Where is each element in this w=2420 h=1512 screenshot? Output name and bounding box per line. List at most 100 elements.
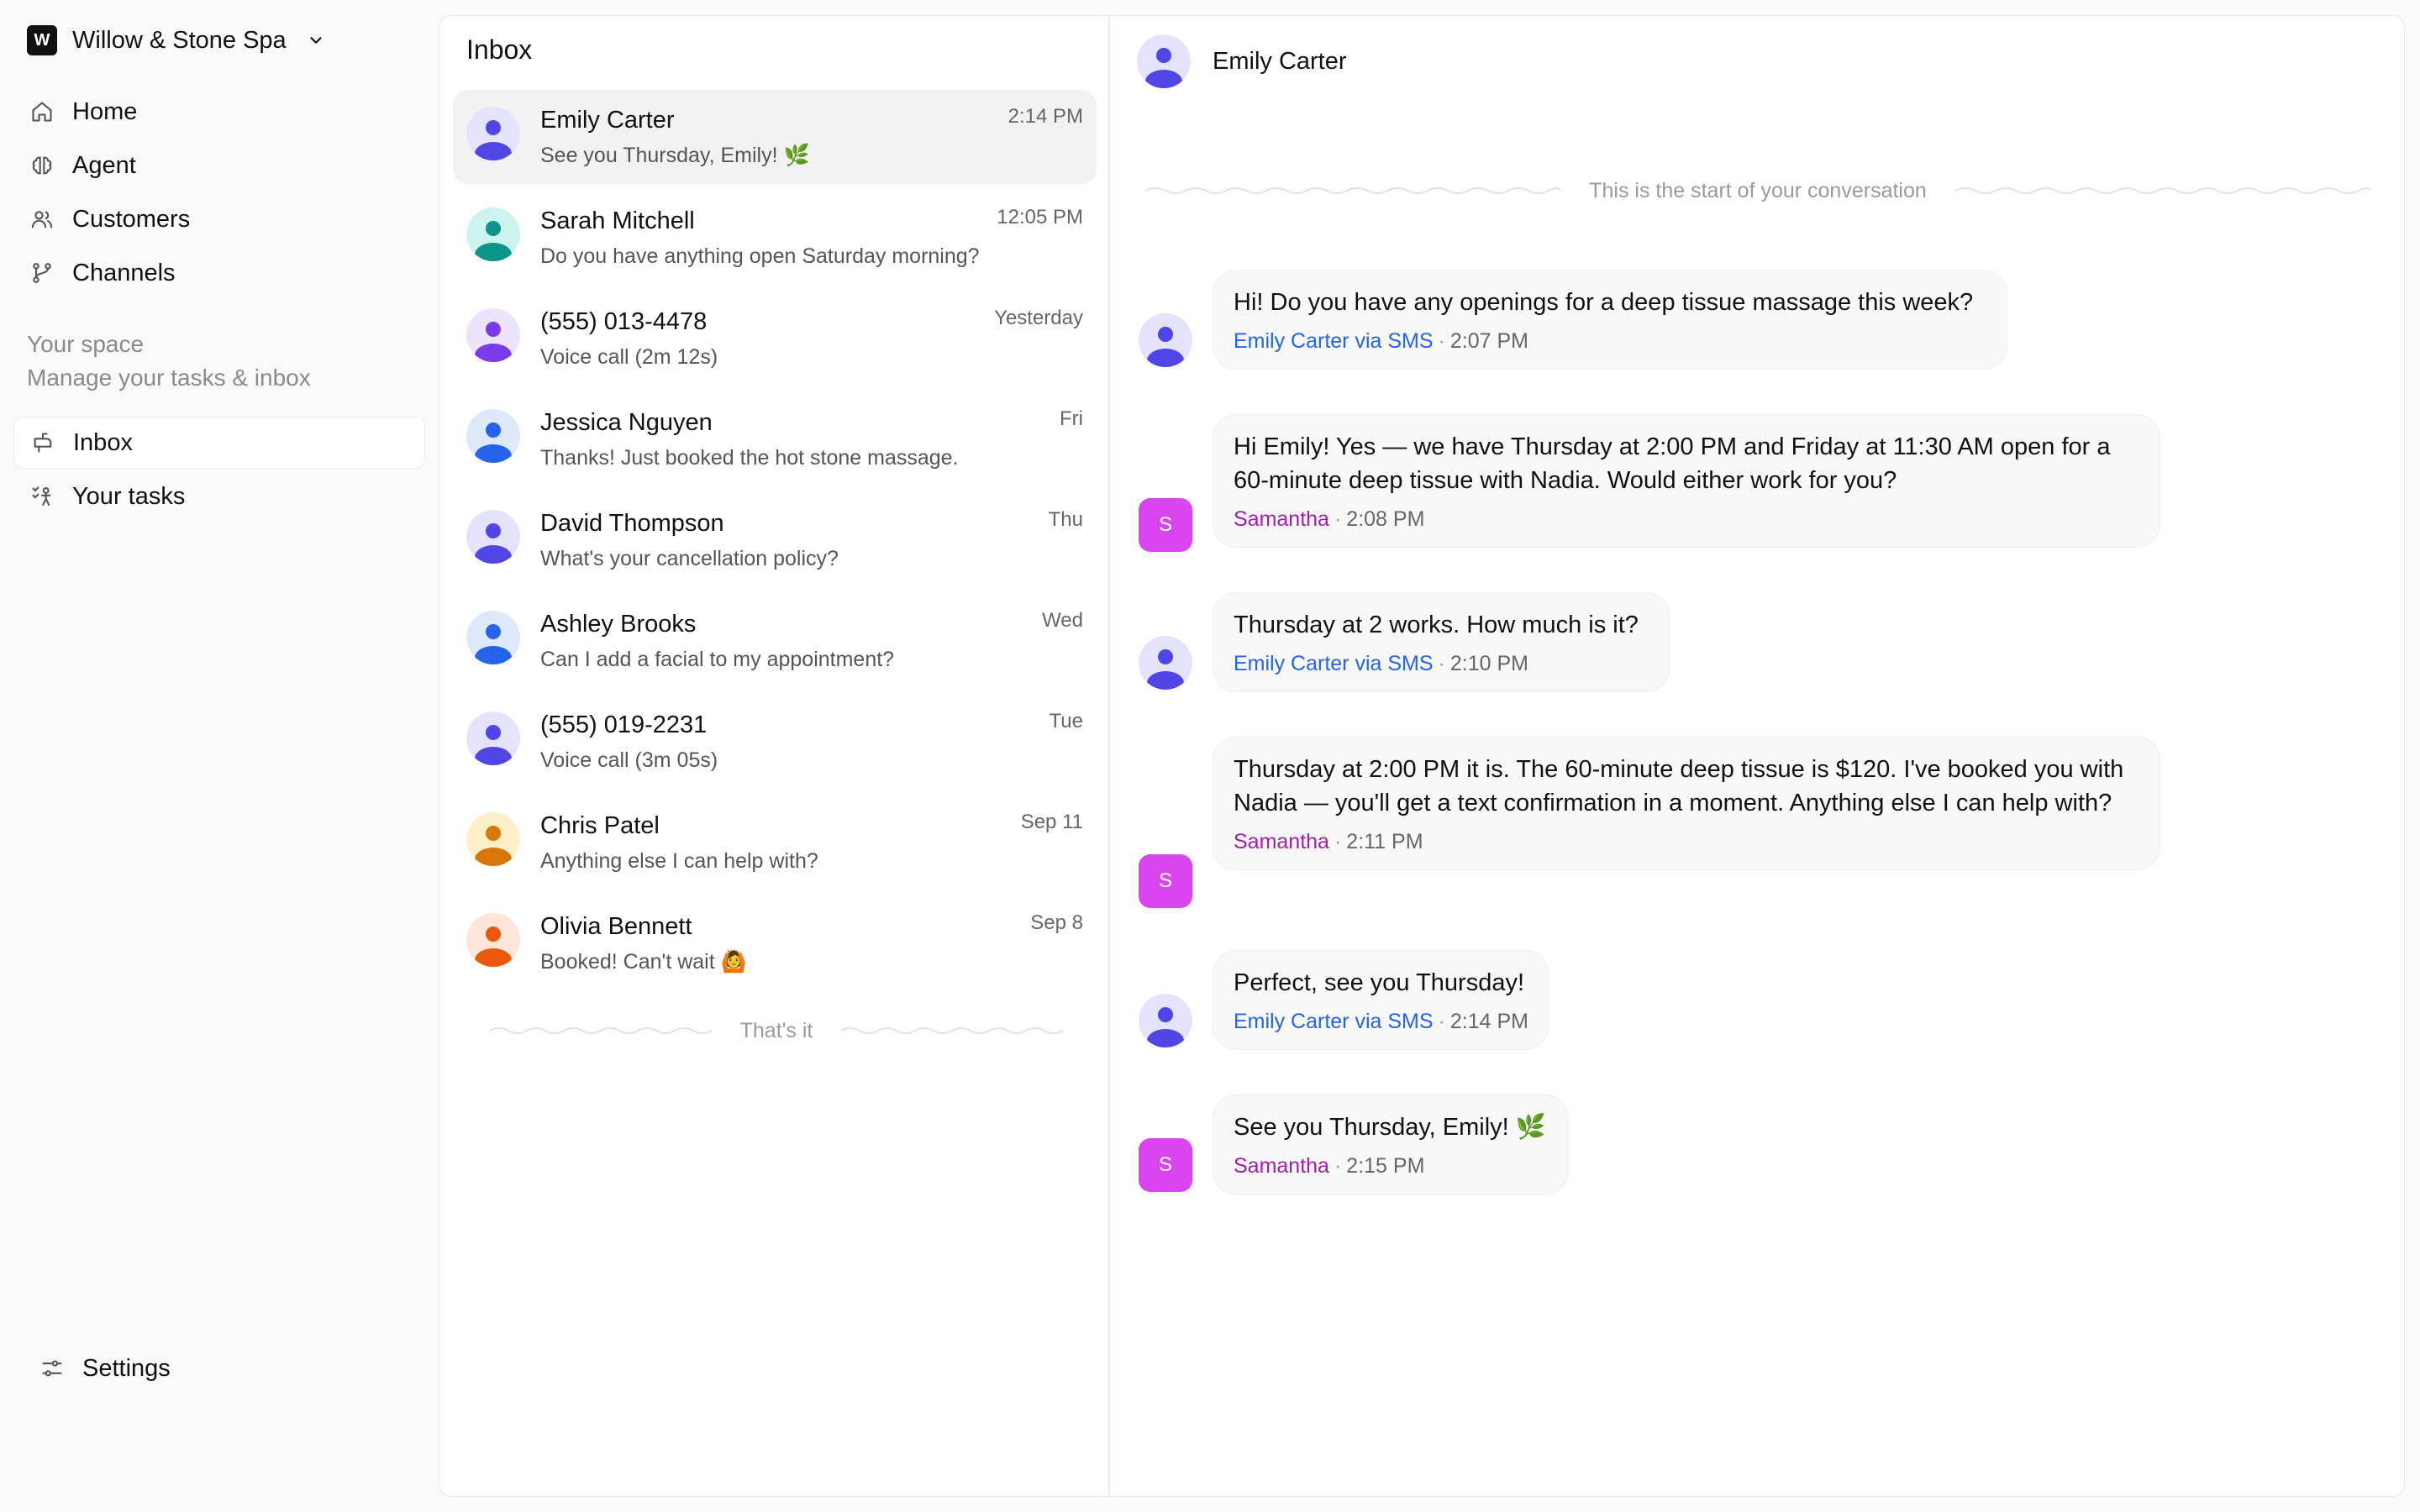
message-text: Perfect, see you Thursday! <box>1234 969 1525 996</box>
conversation-row[interactable]: (555) 019-2231 Voice call (3m 05s) Tue <box>453 695 1097 789</box>
conversation-time: 12:05 PM <box>997 206 1083 228</box>
contact-avatar[interactable] <box>1137 34 1191 88</box>
contact-avatar <box>466 207 520 261</box>
wave-divider-icon <box>1954 187 2370 194</box>
space-heading: Your space <box>27 331 145 357</box>
conversation-header: Emily Carter <box>1137 34 1347 88</box>
main-nav: Home Agent Customers Channels <box>13 86 425 301</box>
nav-item-channels[interactable]: Channels <box>13 247 425 299</box>
conversation-start-divider: This is the start of your conversation <box>1139 174 2377 207</box>
conversation-list: Emily Carter See you Thursday, Emily! 🌿 2:… <box>453 90 1097 997</box>
workspace-switcher[interactable]: W Willow & Stone Spa <box>27 24 325 57</box>
nav-item-label: Agent <box>72 151 136 179</box>
message-meta: Emily Carter via SMS · 2:07 PM <box>1234 329 1986 354</box>
meta-separator: · <box>1334 507 1342 531</box>
contact-avatar <box>466 308 520 362</box>
nav-item-customers[interactable]: Customers <box>13 193 425 245</box>
conversation-time: Tue <box>1049 710 1083 732</box>
meta-separator: · <box>1438 1010 1445 1033</box>
agent-avatar[interactable]: S <box>1139 1138 1192 1192</box>
message-meta: Emily Carter via SMS · 2:14 PM <box>1234 1010 1528 1034</box>
space-subtitle: Manage your tasks & inbox <box>27 365 311 391</box>
person-avatar-icon <box>466 107 520 160</box>
conversation-row[interactable]: (555) 013-4478 Voice call (2m 12s) Yesterd… <box>453 291 1097 386</box>
message-text: Hi! Do you have any openings for a deep … <box>1234 289 1974 316</box>
home-icon <box>32 102 52 122</box>
wave-divider-icon <box>1145 187 1561 194</box>
person-avatar-icon <box>1139 994 1192 1047</box>
conversation-time: Thu <box>1048 508 1083 531</box>
meta-separator: · <box>1438 652 1445 675</box>
conversation-panel: Emily Carter This is the start of your c… <box>1110 16 2404 1496</box>
inbox-icon <box>34 433 52 453</box>
contact-avatar <box>466 913 520 967</box>
conversation-row[interactable]: Olivia Bennett Booked! Can't wait 🙆 Sep 8 <box>453 896 1097 990</box>
conversation-time: 2:14 PM <box>1007 105 1083 128</box>
person-avatar-icon <box>1137 34 1191 88</box>
nav-item-label: Customers <box>72 205 191 233</box>
settings-button[interactable]: Settings <box>27 1342 413 1394</box>
nav-item-label: Inbox <box>73 428 133 456</box>
inbox-title: Inbox <box>466 34 533 65</box>
message-bubble: Hi! Do you have any openings for a deep … <box>1213 270 2007 370</box>
channels-icon <box>33 263 51 283</box>
conversation-row[interactable]: Sarah Mitchell Do you have anything open … <box>453 191 1097 285</box>
conversation-preview: Can I add a facial to my appointment? <box>540 648 895 671</box>
nav-item-agent[interactable]: Agent <box>13 139 425 192</box>
conversation-name: Sarah Mitchell <box>540 207 695 234</box>
person-avatar-icon <box>1139 313 1192 367</box>
conversation-preview: Do you have anything open Saturday morni… <box>540 244 980 268</box>
message-text: Thursday at 2:00 PM it is. The 60-minute… <box>1234 756 2124 816</box>
inbox-panel: Inbox Emily Carter See you Thursday, Emil… <box>439 16 1110 1496</box>
person-avatar-icon <box>466 611 520 664</box>
person-avatar-icon <box>466 812 520 866</box>
message-bubble: Thursday at 2:00 PM it is. The 60-minute… <box>1213 737 2160 870</box>
agent-avatar[interactable]: S <box>1139 854 1192 908</box>
message-bubble: See you Thursday, Emily! 🌿 Samantha · 2:15 … <box>1213 1095 1569 1194</box>
message-meta: Samantha · 2:15 PM <box>1234 1154 1548 1179</box>
contact-avatar[interactable] <box>1139 313 1192 367</box>
message-text: Hi Emily! Yes — we have Thursday at 2:00… <box>1234 433 2111 494</box>
nav-item-your-tasks[interactable]: Your tasks <box>13 470 425 522</box>
person-avatar-icon <box>466 308 520 362</box>
contact-avatar[interactable] <box>1139 994 1192 1047</box>
person-avatar-icon <box>466 409 520 463</box>
meta-separator: · <box>1334 830 1342 853</box>
person-avatar-icon <box>466 711 520 765</box>
main-panel: Inbox Emily Carter See you Thursday, Emil… <box>439 15 2405 1497</box>
message-text: Thursday at 2 works. How much is it? <box>1234 612 1639 638</box>
conversation-row[interactable]: David Thompson What's your cancellation p… <box>453 493 1097 587</box>
chevron-down-icon <box>310 37 322 44</box>
conversation-preview: Voice call (3m 05s) <box>540 748 718 772</box>
space-nav: Inbox Your tasks <box>13 417 425 524</box>
message-meta: Samantha · 2:08 PM <box>1234 507 2139 532</box>
nav-item-inbox[interactable]: Inbox <box>13 417 425 469</box>
conversation-row[interactable]: Chris Patel Anything else I can help with… <box>453 795 1097 890</box>
conversation-time: Fri <box>1060 407 1083 430</box>
conversation-preview: See you Thursday, Emily! 🌿 <box>540 144 810 167</box>
message-author: Samantha <box>1234 1154 1329 1178</box>
conversation-row[interactable]: Emily Carter See you Thursday, Emily! 🌿 2:… <box>453 90 1097 184</box>
message-bubble: Perfect, see you Thursday! Emily Carter v… <box>1213 950 1549 1050</box>
nav-item-label: Channels <box>72 259 176 286</box>
contact-avatar[interactable] <box>1139 636 1192 690</box>
person-avatar-icon <box>466 510 520 564</box>
conversation-start-label: This is the start of your conversation <box>1589 178 1927 202</box>
conversation-row[interactable]: Ashley Brooks Can I add a facial to my ap… <box>453 594 1097 688</box>
conversation-time: Sep 8 <box>1030 911 1083 934</box>
meta-separator: · <box>1334 1154 1342 1178</box>
person-avatar-icon <box>466 207 520 261</box>
wave-divider-icon <box>841 1027 1064 1034</box>
agent-avatar[interactable]: S <box>1139 498 1192 552</box>
message-time: 2:08 PM <box>1346 507 1425 531</box>
conversation-name: Olivia Bennett <box>540 913 692 940</box>
contact-avatar <box>466 812 520 866</box>
meta-separator: · <box>1438 329 1445 353</box>
conversation-preview: Voice call (2m 12s) <box>540 345 718 369</box>
sliders-icon <box>42 1360 62 1377</box>
message-author: Emily Carter via SMS <box>1234 1010 1434 1033</box>
conversation-row[interactable]: Jessica Nguyen Thanks! Just booked the ho… <box>453 392 1097 486</box>
nav-item-home[interactable]: Home <box>13 86 425 138</box>
list-end-label: That's it <box>739 1018 813 1042</box>
message-time: 2:15 PM <box>1346 1154 1425 1178</box>
